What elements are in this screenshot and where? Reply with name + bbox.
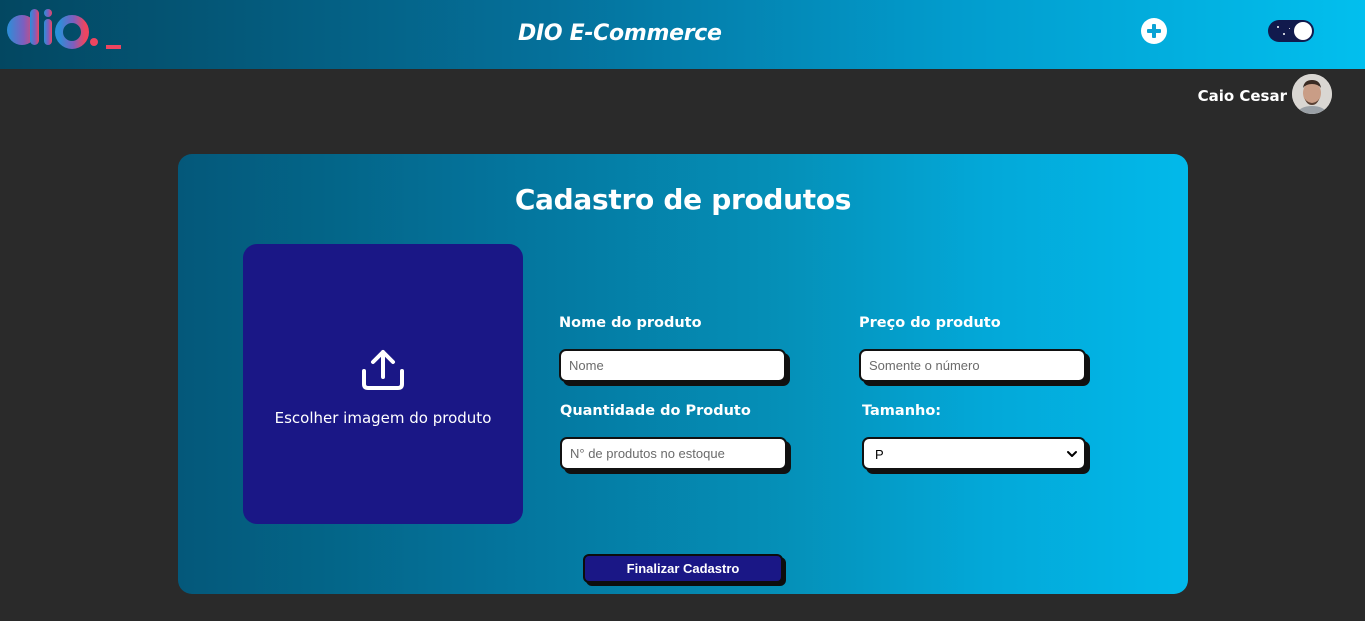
product-quantity-label: Quantidade do Produto	[560, 403, 751, 419]
star-icon	[1283, 33, 1285, 35]
upload-label: Escolher imagem do produto	[274, 409, 492, 427]
product-name-input[interactable]	[559, 349, 786, 382]
toggle-knob	[1294, 22, 1312, 40]
star-icon	[1289, 28, 1290, 29]
product-form-card: Cadastro de produtos Escolher imagem do …	[178, 154, 1188, 594]
add-product-button[interactable]	[1141, 18, 1167, 44]
user-photo-icon	[1292, 74, 1332, 114]
form-title: Cadastro de produtos	[514, 183, 852, 216]
star-icon	[1277, 26, 1279, 28]
size-selected-value: P	[875, 447, 884, 462]
product-name-label: Nome do produto	[559, 315, 702, 331]
chevron-down-icon	[1067, 451, 1077, 457]
product-size-label: Tamanho:	[862, 403, 942, 419]
image-upload-area[interactable]: Escolher imagem do produto	[243, 244, 523, 524]
product-price-label: Preço do produto	[859, 315, 1001, 331]
product-size-select[interactable]: P	[862, 437, 1086, 470]
product-quantity-input[interactable]	[560, 437, 787, 470]
submit-button[interactable]: Finalizar Cadastro	[583, 554, 783, 583]
theme-toggle[interactable]	[1268, 20, 1314, 42]
product-price-input[interactable]	[859, 349, 1086, 382]
app-title: DIO E-Commerce	[518, 21, 722, 46]
top-header: DIO E-Commerce	[0, 0, 1365, 69]
user-name: Caio Cesar	[1197, 87, 1287, 105]
avatar[interactable]	[1292, 74, 1332, 114]
upload-icon	[362, 350, 404, 390]
dio-logo[interactable]	[2, 6, 126, 54]
